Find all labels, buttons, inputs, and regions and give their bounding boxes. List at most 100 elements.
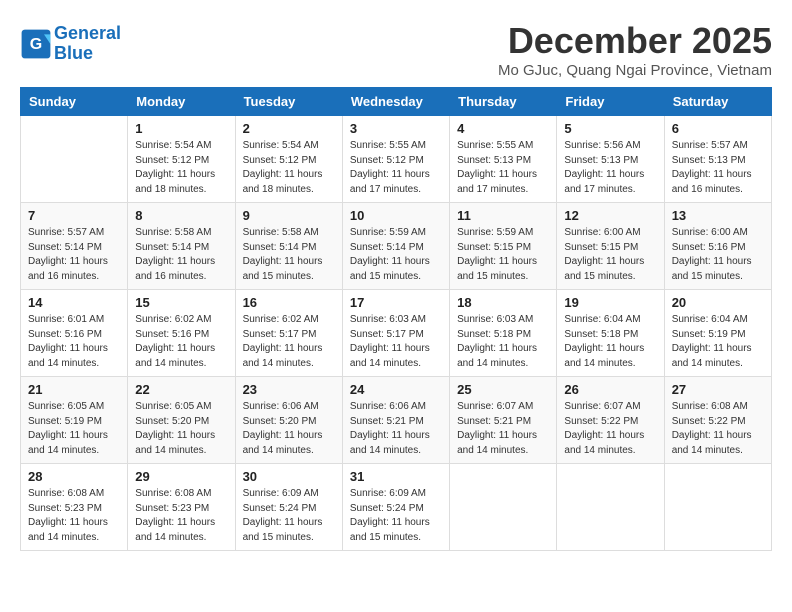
day-number: 24	[350, 382, 442, 397]
weekday-header: Sunday	[21, 88, 128, 116]
day-info: Sunrise: 5:57 AMSunset: 5:14 PMDaylight:…	[28, 226, 120, 284]
calendar-cell: 27 Sunrise: 6:08 AMSunset: 5:22 PMDayligh…	[664, 377, 771, 464]
calendar-week-row: 21 Sunrise: 6:05 AMSunset: 5:19 PMDayligh…	[21, 377, 772, 464]
day-number: 5	[564, 121, 656, 136]
day-number: 21	[28, 382, 120, 397]
day-number: 9	[243, 208, 335, 223]
calendar-cell: 28 Sunrise: 6:08 AMSunset: 5:23 PMDayligh…	[21, 464, 128, 551]
calendar-cell: 12Sunrise: 6:00 AMSunset: 5:15 PMDayligh…	[557, 203, 664, 290]
day-number: 10	[350, 208, 442, 223]
day-info: Sunrise: 6:06 AMSunset: 5:20 PMDaylight:…	[243, 400, 335, 458]
day-info: Sunrise: 5:55 AMSunset: 5:13 PMDaylight:…	[457, 139, 549, 197]
day-info: Sunrise: 6:01 AMSunset: 5:16 PMDaylight:…	[28, 313, 120, 371]
calendar-cell: 2Sunrise: 5:54 AMSunset: 5:12 PMDaylight…	[235, 116, 342, 203]
calendar-cell: 30Sunrise: 6:09 AMSunset: 5:24 PMDayligh…	[235, 464, 342, 551]
weekday-header: Tuesday	[235, 88, 342, 116]
day-number: 4	[457, 121, 549, 136]
day-number: 22	[135, 382, 227, 397]
day-number: 23	[243, 382, 335, 397]
day-number: 3	[350, 121, 442, 136]
calendar-cell: 17 Sunrise: 6:03 AMSunset: 5:17 PMDayligh…	[342, 290, 449, 377]
day-info: Sunrise: 6:03 AMSunset: 5:17 PMDaylight:…	[350, 313, 442, 371]
day-info: Sunrise: 5:58 AMSunset: 5:14 PMDaylight:…	[135, 226, 227, 284]
calendar-cell: 20Sunrise: 6:04 AMSunset: 5:19 PMDayligh…	[664, 290, 771, 377]
calendar-cell: 18 Sunrise: 6:03 AMSunset: 5:18 PMDayligh…	[450, 290, 557, 377]
day-info: Sunrise: 6:05 AMSunset: 5:19 PMDaylight:…	[28, 400, 120, 458]
day-number: 13	[672, 208, 764, 223]
day-number: 31	[350, 469, 442, 484]
calendar-cell: 26Sunrise: 6:07 AMSunset: 5:22 PMDayligh…	[557, 377, 664, 464]
logo-blue: Blue	[54, 43, 93, 63]
calendar-cell: 5 Sunrise: 5:56 AMSunset: 5:13 PMDaylight…	[557, 116, 664, 203]
calendar-cell: 31 Sunrise: 6:09 AMSunset: 5:24 PMDayligh…	[342, 464, 449, 551]
title-section: December 2025 Mo GJuc, Quang Ngai Provin…	[498, 20, 772, 79]
calendar-cell: 16 Sunrise: 6:02 AMSunset: 5:17 PMDayligh…	[235, 290, 342, 377]
day-info: Sunrise: 5:59 AMSunset: 5:15 PMDaylight:…	[457, 226, 549, 284]
calendar-cell	[557, 464, 664, 551]
weekday-header: Wednesday	[342, 88, 449, 116]
day-info: Sunrise: 5:54 AMSunset: 5:12 PMDaylight:…	[243, 139, 335, 197]
location-title: Mo GJuc, Quang Ngai Province, Vietnam	[498, 62, 772, 79]
day-info: Sunrise: 6:03 AMSunset: 5:18 PMDaylight:…	[457, 313, 549, 371]
day-info: Sunrise: 5:59 AMSunset: 5:14 PMDaylight:…	[350, 226, 442, 284]
calendar-cell: 23 Sunrise: 6:06 AMSunset: 5:20 PMDayligh…	[235, 377, 342, 464]
day-info: Sunrise: 6:06 AMSunset: 5:21 PMDaylight:…	[350, 400, 442, 458]
day-number: 17	[350, 295, 442, 310]
day-info: Sunrise: 5:54 AMSunset: 5:12 PMDaylight:…	[135, 139, 227, 197]
day-number: 7	[28, 208, 120, 223]
month-title: December 2025	[498, 20, 772, 62]
day-info: Sunrise: 6:09 AMSunset: 5:24 PMDaylight:…	[350, 487, 442, 545]
calendar-cell: 22 Sunrise: 6:05 AMSunset: 5:20 PMDayligh…	[128, 377, 235, 464]
day-info: Sunrise: 6:04 AMSunset: 5:18 PMDaylight:…	[564, 313, 656, 371]
day-info: Sunrise: 6:08 AMSunset: 5:22 PMDaylight:…	[672, 400, 764, 458]
logo-icon: G	[20, 28, 52, 60]
day-number: 29	[135, 469, 227, 484]
day-info: Sunrise: 6:02 AMSunset: 5:16 PMDaylight:…	[135, 313, 227, 371]
day-number: 16	[243, 295, 335, 310]
calendar-cell: 11 Sunrise: 5:59 AMSunset: 5:15 PMDayligh…	[450, 203, 557, 290]
calendar-week-row: 28 Sunrise: 6:08 AMSunset: 5:23 PMDayligh…	[21, 464, 772, 551]
calendar-cell: 19Sunrise: 6:04 AMSunset: 5:18 PMDayligh…	[557, 290, 664, 377]
calendar-cell: 6Sunrise: 5:57 AMSunset: 5:13 PMDaylight…	[664, 116, 771, 203]
day-info: Sunrise: 6:00 AMSunset: 5:16 PMDaylight:…	[672, 226, 764, 284]
calendar-cell: 1 Sunrise: 5:54 AMSunset: 5:12 PMDaylight…	[128, 116, 235, 203]
calendar-cell: 9 Sunrise: 5:58 AMSunset: 5:14 PMDaylight…	[235, 203, 342, 290]
day-number: 14	[28, 295, 120, 310]
calendar-cell: 15 Sunrise: 6:02 AMSunset: 5:16 PMDayligh…	[128, 290, 235, 377]
weekday-header: Friday	[557, 88, 664, 116]
day-info: Sunrise: 6:05 AMSunset: 5:20 PMDaylight:…	[135, 400, 227, 458]
calendar-cell: 13 Sunrise: 6:00 AMSunset: 5:16 PMDayligh…	[664, 203, 771, 290]
day-number: 1	[135, 121, 227, 136]
day-info: Sunrise: 6:08 AMSunset: 5:23 PMDaylight:…	[28, 487, 120, 545]
calendar-cell: 25 Sunrise: 6:07 AMSunset: 5:21 PMDayligh…	[450, 377, 557, 464]
day-info: Sunrise: 6:08 AMSunset: 5:23 PMDaylight:…	[135, 487, 227, 545]
day-number: 27	[672, 382, 764, 397]
day-info: Sunrise: 6:00 AMSunset: 5:15 PMDaylight:…	[564, 226, 656, 284]
calendar-cell: 8Sunrise: 5:58 AMSunset: 5:14 PMDaylight…	[128, 203, 235, 290]
day-info: Sunrise: 6:07 AMSunset: 5:21 PMDaylight:…	[457, 400, 549, 458]
calendar-cell: 4 Sunrise: 5:55 AMSunset: 5:13 PMDaylight…	[450, 116, 557, 203]
logo-general: General	[54, 23, 121, 43]
page-header: G General Blue December 2025 Mo GJuc, Qu…	[20, 20, 772, 79]
calendar-cell: 29 Sunrise: 6:08 AMSunset: 5:23 PMDayligh…	[128, 464, 235, 551]
day-number: 18	[457, 295, 549, 310]
calendar-cell: 7 Sunrise: 5:57 AMSunset: 5:14 PMDaylight…	[21, 203, 128, 290]
day-info: Sunrise: 5:56 AMSunset: 5:13 PMDaylight:…	[564, 139, 656, 197]
day-info: Sunrise: 6:02 AMSunset: 5:17 PMDaylight:…	[243, 313, 335, 371]
weekday-header: Saturday	[664, 88, 771, 116]
day-info: Sunrise: 6:09 AMSunset: 5:24 PMDaylight:…	[243, 487, 335, 545]
calendar-cell: 14 Sunrise: 6:01 AMSunset: 5:16 PMDayligh…	[21, 290, 128, 377]
day-number: 15	[135, 295, 227, 310]
day-info: Sunrise: 5:58 AMSunset: 5:14 PMDaylight:…	[243, 226, 335, 284]
weekday-header: Thursday	[450, 88, 557, 116]
weekday-header: Monday	[128, 88, 235, 116]
day-number: 28	[28, 469, 120, 484]
day-number: 25	[457, 382, 549, 397]
calendar-week-row: 1 Sunrise: 5:54 AMSunset: 5:12 PMDaylight…	[21, 116, 772, 203]
calendar-cell: 3Sunrise: 5:55 AMSunset: 5:12 PMDaylight…	[342, 116, 449, 203]
day-info: Sunrise: 6:07 AMSunset: 5:22 PMDaylight:…	[564, 400, 656, 458]
calendar-cell: 24 Sunrise: 6:06 AMSunset: 5:21 PMDayligh…	[342, 377, 449, 464]
day-number: 20	[672, 295, 764, 310]
day-number: 11	[457, 208, 549, 223]
calendar-cell	[664, 464, 771, 551]
